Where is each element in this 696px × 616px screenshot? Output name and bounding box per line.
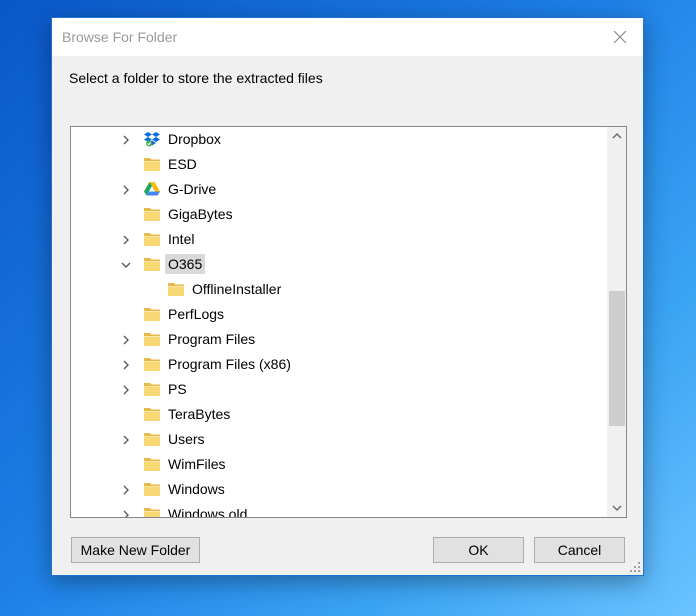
tree-item[interactable]: PS bbox=[71, 377, 608, 402]
chevron-down-icon bbox=[612, 505, 622, 511]
tree-item[interactable]: ESD bbox=[71, 152, 608, 177]
tree-item-label[interactable]: Dropbox bbox=[165, 129, 224, 149]
tree-item-label[interactable]: PerfLogs bbox=[165, 304, 227, 324]
close-icon bbox=[613, 30, 627, 44]
title-bar[interactable]: Browse For Folder bbox=[52, 18, 643, 56]
tree-item-label[interactable]: O365 bbox=[165, 254, 206, 274]
folder-icon bbox=[144, 383, 160, 396]
tree-expander-collapsed[interactable] bbox=[119, 183, 133, 197]
vertical-scrollbar[interactable] bbox=[607, 127, 626, 517]
tree-expander-collapsed[interactable] bbox=[119, 383, 133, 397]
tree-expander-collapsed[interactable] bbox=[119, 333, 133, 347]
resize-grip-icon[interactable] bbox=[629, 561, 641, 573]
chevron-down-icon bbox=[121, 262, 131, 268]
scroll-down-button[interactable] bbox=[608, 499, 626, 517]
tree-item[interactable]: PerfLogs bbox=[71, 302, 608, 327]
browse-for-folder-dialog: Browse For Folder Select a folder to sto… bbox=[51, 17, 644, 576]
tree-expander-collapsed[interactable] bbox=[119, 433, 133, 447]
tree-expander-collapsed[interactable] bbox=[119, 233, 133, 247]
tree-item[interactable]: Program Files bbox=[71, 327, 608, 352]
make-new-folder-button[interactable]: Make New Folder bbox=[71, 537, 200, 563]
tree-expander-collapsed[interactable] bbox=[119, 483, 133, 497]
chevron-up-icon bbox=[612, 133, 622, 139]
chevron-right-icon bbox=[123, 485, 129, 495]
chevron-right-icon bbox=[123, 360, 129, 370]
tree-item-label[interactable]: Windows.old bbox=[165, 504, 250, 517]
folder-icon bbox=[144, 158, 160, 171]
tree-item[interactable]: Program Files (x86) bbox=[71, 352, 608, 377]
tree-item-label[interactable]: PS bbox=[165, 379, 190, 399]
folder-icon bbox=[144, 208, 160, 221]
folder-icon bbox=[144, 408, 160, 421]
tree-item-label[interactable]: G-Drive bbox=[165, 179, 219, 199]
tree-expander-expanded[interactable] bbox=[119, 258, 133, 272]
tree-item-label[interactable]: Program Files bbox=[165, 329, 258, 349]
tree-expander-collapsed[interactable] bbox=[119, 133, 133, 147]
tree-item[interactable]: Windows.old bbox=[71, 502, 608, 517]
dialog-prompt: Select a folder to store the extracted f… bbox=[69, 70, 323, 86]
folder-icon bbox=[144, 233, 160, 246]
chevron-right-icon bbox=[123, 510, 129, 517]
folder-icon bbox=[144, 458, 160, 471]
tree-item[interactable]: OfflineInstaller bbox=[71, 277, 608, 302]
tree-item[interactable]: GigaBytes bbox=[71, 202, 608, 227]
tree-item-label[interactable]: Users bbox=[165, 429, 208, 449]
folder-icon bbox=[144, 308, 160, 321]
chevron-right-icon bbox=[123, 185, 129, 195]
chevron-right-icon bbox=[123, 385, 129, 395]
chevron-right-icon bbox=[123, 135, 129, 145]
chevron-right-icon bbox=[123, 335, 129, 345]
tree-item-label[interactable]: Windows bbox=[165, 479, 228, 499]
chevron-right-icon bbox=[123, 235, 129, 245]
ok-button[interactable]: OK bbox=[433, 537, 524, 563]
tree-item[interactable]: WimFiles bbox=[71, 452, 608, 477]
tree-expander-collapsed[interactable] bbox=[119, 508, 133, 517]
folder-icon bbox=[144, 333, 160, 346]
folder-icon bbox=[144, 433, 160, 446]
tree-item-label[interactable]: TeraBytes bbox=[165, 404, 233, 424]
dialog-title: Browse For Folder bbox=[62, 29, 178, 45]
tree-item[interactable]: Windows bbox=[71, 477, 608, 502]
tree-item[interactable]: O365 bbox=[71, 252, 608, 277]
folder-icon bbox=[144, 258, 160, 271]
tree-item-label[interactable]: GigaBytes bbox=[165, 204, 236, 224]
tree-item-label[interactable]: ESD bbox=[165, 154, 200, 174]
cancel-button[interactable]: Cancel bbox=[534, 537, 625, 563]
tree-item-label[interactable]: Program Files (x86) bbox=[165, 354, 294, 374]
tree-item-label[interactable]: OfflineInstaller bbox=[189, 279, 284, 299]
tree-expander-collapsed[interactable] bbox=[119, 358, 133, 372]
tree-item[interactable]: G-Drive bbox=[71, 177, 608, 202]
folder-tree-rows: Dropbox ESD G-Drive GigaBytes Intel O365 Offli… bbox=[71, 127, 608, 517]
scroll-up-button[interactable] bbox=[608, 127, 626, 145]
scrollbar-thumb[interactable] bbox=[609, 291, 625, 426]
dropbox-icon bbox=[144, 132, 160, 147]
tree-item[interactable]: Dropbox bbox=[71, 127, 608, 152]
folder-icon bbox=[168, 283, 184, 296]
folder-tree[interactable]: Dropbox ESD G-Drive GigaBytes Intel O365 Offli… bbox=[70, 126, 627, 518]
tree-item[interactable]: Users bbox=[71, 427, 608, 452]
folder-icon bbox=[144, 508, 160, 517]
close-button[interactable] bbox=[597, 18, 643, 56]
tree-item-label[interactable]: WimFiles bbox=[165, 454, 229, 474]
folder-icon bbox=[144, 483, 160, 496]
google-drive-icon bbox=[144, 182, 160, 196]
tree-item-label[interactable]: Intel bbox=[165, 229, 197, 249]
folder-icon bbox=[144, 358, 160, 371]
tree-item[interactable]: Intel bbox=[71, 227, 608, 252]
chevron-right-icon bbox=[123, 435, 129, 445]
tree-item[interactable]: TeraBytes bbox=[71, 402, 608, 427]
